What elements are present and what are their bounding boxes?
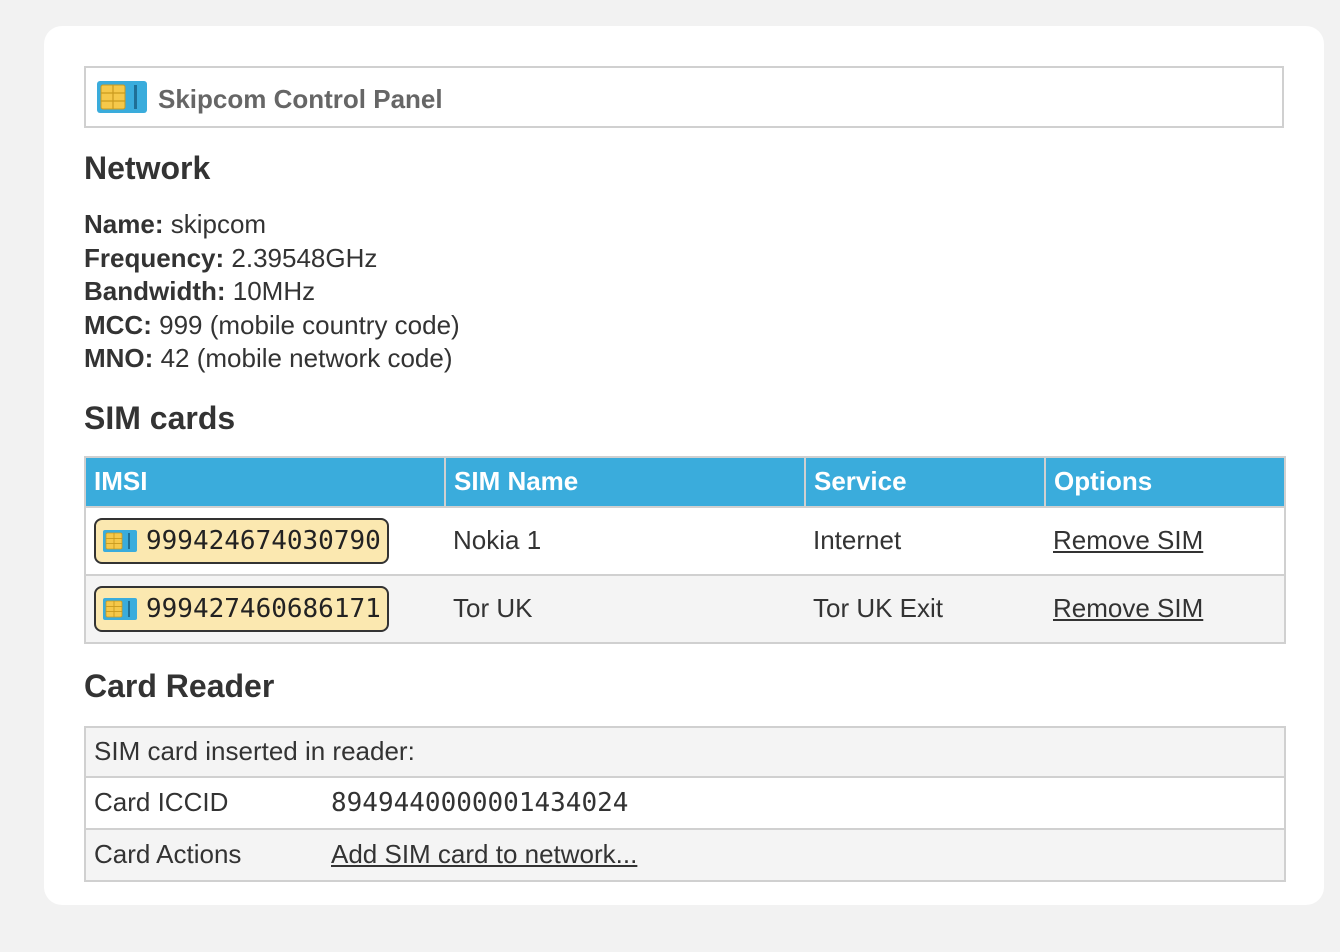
sim-name-cell: Nokia 1 <box>445 505 805 576</box>
iccid-value: 8949440000001434024 <box>323 775 1286 830</box>
reader-inserted-row: SIM card inserted in reader: <box>84 725 1286 778</box>
app-title: Skipcom Control Panel <box>158 83 443 114</box>
remove-sim-link[interactable]: Remove SIM <box>1053 525 1203 555</box>
network-mcc-row: MCC: 999 (mobile country code) <box>84 309 460 340</box>
card-reader-table: SIM card inserted in reader: Card ICCID … <box>84 725 1286 882</box>
service-cell: Tor UK Exit <box>805 573 1045 644</box>
imsi-badge: 999424674030790 <box>94 517 389 564</box>
imsi-badge: 999427460686171 <box>94 585 389 632</box>
table-row: 999427460686171 Tor UK Tor UK Exit Remov… <box>84 573 1286 644</box>
sim-name-cell: Tor UK <box>445 573 805 644</box>
reader-iccid-row: Card ICCID 8949440000001434024 <box>84 775 1286 830</box>
network-mno-row: MNO: 42 (mobile network code) <box>84 343 453 373</box>
column-header-service: Service <box>804 455 1046 508</box>
options-cell: Remove SIM <box>1045 573 1286 644</box>
options-cell: Remove SIM <box>1045 505 1286 576</box>
reader-inserted-label: SIM card inserted in reader: <box>84 725 1286 778</box>
imsi-cell: 999424674030790 <box>84 505 445 576</box>
card-reader-heading: Card Reader <box>84 667 275 704</box>
sim-card-icon <box>96 80 148 114</box>
imsi-value: 999427460686171 <box>146 593 381 624</box>
network-name-row: Name: skipcom <box>84 209 267 239</box>
network-name-value: skipcom <box>170 209 267 239</box>
sim-cards-table: IMSI SIM Name Service Options 9994246740… <box>84 455 1286 644</box>
network-bandwidth-row: Bandwidth: 10MHz <box>84 276 316 306</box>
iccid-label: Card ICCID <box>84 775 323 830</box>
control-panel-card: Skipcom Control Panel Network Name: skip… <box>44 26 1324 905</box>
sim-cards-heading: SIM cards <box>84 399 236 436</box>
column-header-sim-name: SIM Name <box>444 455 806 508</box>
add-sim-to-network-link[interactable]: Add SIM card to network... <box>331 839 637 869</box>
network-mno-value: 42 (mobile network code) <box>160 343 453 373</box>
service-cell: Internet <box>805 505 1045 576</box>
imsi-cell: 999427460686171 <box>84 573 445 644</box>
app-titlebar: Skipcom Control Panel <box>84 66 1284 128</box>
reader-actions-row: Card Actions Add SIM card to network... <box>84 827 1286 882</box>
network-bandwidth-value: 10MHz <box>232 276 316 306</box>
network-mcc-value: 999 (mobile country code) <box>159 309 460 340</box>
card-actions-label: Card Actions <box>84 827 323 882</box>
column-header-imsi: IMSI <box>84 455 446 508</box>
remove-sim-link[interactable]: Remove SIM <box>1053 593 1203 623</box>
sim-card-icon <box>102 597 138 621</box>
column-header-options: Options <box>1044 455 1286 508</box>
card-actions-cell: Add SIM card to network... <box>323 827 1286 882</box>
network-info: Name: skipcom Frequency: 2.39548GHz Band… <box>84 208 1284 376</box>
sim-table-header: IMSI SIM Name Service Options <box>84 455 1286 508</box>
network-frequency-row: Frequency: 2.39548GHz <box>84 242 378 273</box>
imsi-value: 999424674030790 <box>146 525 381 556</box>
table-row: 999424674030790 Nokia 1 Internet Remove … <box>84 505 1286 576</box>
sim-card-icon <box>102 529 138 553</box>
network-frequency-value: 2.39548GHz <box>231 242 378 273</box>
network-heading: Network <box>84 150 211 186</box>
